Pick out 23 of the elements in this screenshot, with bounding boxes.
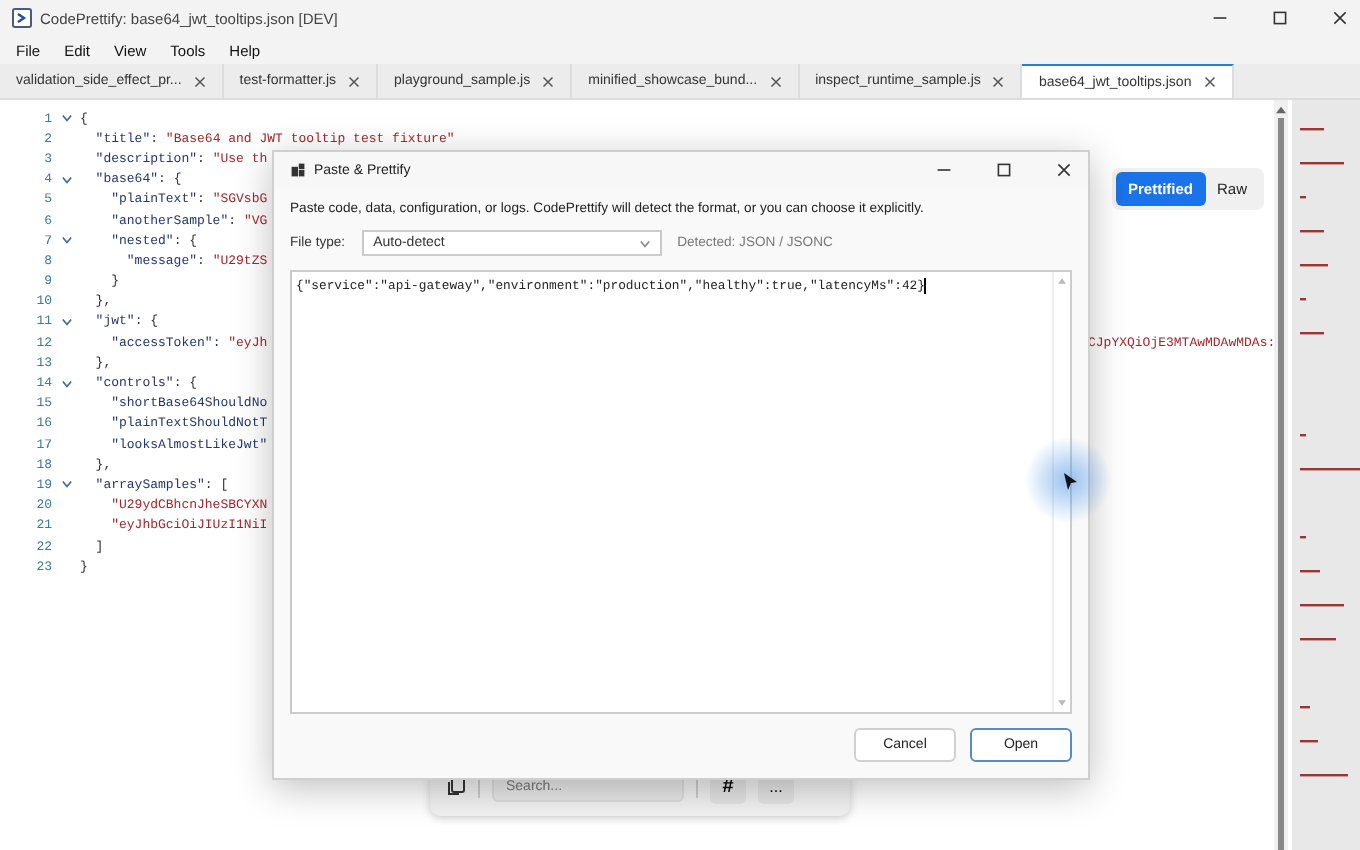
- fold-chevron-icon[interactable]: [61, 480, 71, 489]
- copy-icon[interactable]: [446, 776, 466, 796]
- cursor-icon: [1062, 472, 1078, 492]
- close-icon[interactable]: [992, 75, 1005, 87]
- maximize-icon[interactable]: [1272, 10, 1288, 26]
- close-icon[interactable]: [193, 75, 206, 87]
- close-icon[interactable]: [1203, 76, 1216, 88]
- fold-chevron-icon[interactable]: [61, 379, 71, 388]
- scroll-up-icon[interactable]: [1276, 106, 1286, 114]
- fold-chevron-icon[interactable]: [61, 317, 71, 326]
- scrollbar[interactable]: [1274, 100, 1288, 850]
- maximize-icon[interactable]: [996, 162, 1012, 178]
- close-icon[interactable]: [769, 75, 782, 87]
- close-icon[interactable]: [348, 75, 360, 87]
- fold-chevron-icon[interactable]: [61, 236, 71, 245]
- close-icon[interactable]: [1056, 162, 1072, 178]
- app-icon: [12, 8, 32, 28]
- chevron-down-icon: [639, 239, 650, 247]
- fold-chevron-icon[interactable]: [61, 114, 71, 123]
- close-icon[interactable]: [1332, 10, 1348, 26]
- fold-chevron-icon[interactable]: [61, 175, 71, 184]
- close-icon[interactable]: [542, 75, 555, 87]
- paste-icon: [290, 162, 306, 178]
